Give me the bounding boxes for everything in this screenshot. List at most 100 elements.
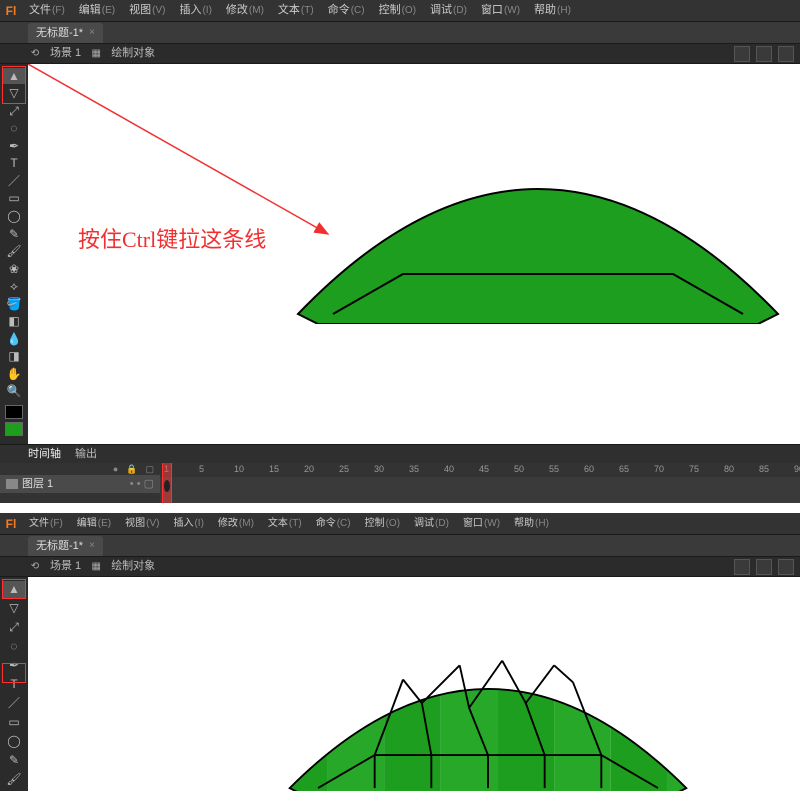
scene-back-icon[interactable]: ⟲ <box>28 47 42 61</box>
rectangle-tool[interactable]: ▭ <box>3 191 25 207</box>
pen-icon: ✒ <box>9 140 19 152</box>
oval-tool[interactable]: ◯ <box>3 732 25 749</box>
menu-debug[interactable]: 调试(D) <box>423 0 474 22</box>
document-tab[interactable]: 无标题-1* × <box>28 23 103 43</box>
frame-tick: 25 <box>339 465 349 474</box>
document-tab[interactable]: 无标题-1* × <box>28 536 103 556</box>
lasso-tool[interactable]: ◌ <box>3 638 25 655</box>
menu-window[interactable]: 窗口(W) <box>474 0 527 22</box>
menu-insert[interactable]: 插入(I) <box>172 0 218 22</box>
pencil-tool[interactable]: ✎ <box>3 226 25 242</box>
menu-help[interactable]: 帮助(H) <box>507 513 556 535</box>
subselection-tool[interactable]: ▽ <box>3 86 25 102</box>
deco-icon: ❀ <box>9 263 19 275</box>
deco-tool[interactable]: ❀ <box>3 261 25 277</box>
free-transform-tool[interactable]: ⤢ <box>3 619 25 636</box>
menu-control[interactable]: 控制(O) <box>358 513 407 535</box>
line-tool[interactable]: ／ <box>3 694 25 711</box>
selection-tool[interactable]: ▲ <box>3 68 25 84</box>
scene-label[interactable]: 场景 1 <box>50 561 81 572</box>
menu-control[interactable]: 控制(O) <box>372 0 423 22</box>
edit-scene-icon[interactable] <box>734 559 750 575</box>
pencil-tool[interactable]: ✎ <box>3 751 25 768</box>
scene-back-icon[interactable]: ⟲ <box>28 560 42 574</box>
output-tab[interactable]: 输出 <box>75 449 97 460</box>
lasso-tool[interactable]: ◌ <box>3 121 25 137</box>
stage-canvas[interactable] <box>28 577 800 791</box>
fill-color-swatch[interactable] <box>5 422 23 436</box>
zoom-icon: 🔍 <box>7 385 22 397</box>
zoom-tool[interactable]: 🔍 <box>3 384 25 400</box>
visibility-header-icon[interactable]: ● <box>113 465 118 474</box>
menubar: Fl 文件(F) 编辑(E) 视图(V) 插入(I) 修改(M) 文本(T) 命… <box>0 0 800 22</box>
menu-insert[interactable]: 插入(I) <box>166 513 210 535</box>
pen-tool[interactable]: ✒ <box>3 138 25 154</box>
pen-tool[interactable]: ✒ <box>3 657 25 674</box>
eyedropper-tool[interactable]: 💧 <box>3 331 25 347</box>
layer-name: 图层 1 <box>22 479 53 490</box>
turtle-shell-segmented[interactable] <box>258 637 718 791</box>
outline-header-icon[interactable]: ▢ <box>145 465 154 474</box>
free-transform-tool[interactable]: ⤢ <box>3 103 25 119</box>
symbol-edit-icon[interactable] <box>756 46 772 62</box>
oval-tool[interactable]: ◯ <box>3 208 25 224</box>
menu-file[interactable]: 文件(F) <box>22 0 72 22</box>
ink-bottle-icon: ◧ <box>8 315 19 327</box>
text-tool[interactable]: T <box>3 156 25 172</box>
frame-tick: 40 <box>444 465 454 474</box>
subselection-icon: ▽ <box>9 87 18 99</box>
menu-modify[interactable]: 修改(M) <box>211 513 261 535</box>
ink-bottle-tool[interactable]: ◧ <box>3 313 25 329</box>
frame-tick: 35 <box>409 465 419 474</box>
menu-help[interactable]: 帮助(H) <box>527 0 578 22</box>
menu-edit[interactable]: 编辑(E) <box>72 0 122 22</box>
free-transform-icon: ⤢ <box>9 105 19 117</box>
stroke-color-swatch[interactable] <box>5 405 23 419</box>
menu-text[interactable]: 文本(T) <box>271 0 321 22</box>
paint-bucket-tool[interactable]: 🪣 <box>3 296 25 312</box>
rectangle-tool[interactable]: ▭ <box>3 713 25 730</box>
hand-tool[interactable]: ✋ <box>3 366 25 382</box>
line-tool[interactable]: ／ <box>3 173 25 189</box>
lock-header-icon[interactable]: 🔒 <box>126 465 137 474</box>
eraser-tool[interactable]: ◨ <box>3 349 25 365</box>
timeline-frames[interactable]: 151015202530354045505560657075808590 <box>160 463 800 503</box>
rectangle-icon: ▭ <box>8 192 19 204</box>
document-tab-close-icon[interactable]: × <box>89 541 95 551</box>
turtle-shell-shape[interactable] <box>278 124 798 324</box>
menu-command[interactable]: 命令(C) <box>309 513 358 535</box>
subselection-icon: ▽ <box>9 602 18 614</box>
menu-debug[interactable]: 调试(D) <box>407 513 456 535</box>
symbol-edit-icon[interactable] <box>756 559 772 575</box>
zoom-level-icon[interactable] <box>778 46 794 62</box>
menu-view[interactable]: 视图(V) <box>118 513 166 535</box>
menu-edit[interactable]: 编辑(E) <box>70 513 118 535</box>
timeline-ruler[interactable]: 151015202530354045505560657075808590 <box>160 463 800 477</box>
text-tool[interactable]: T <box>3 676 25 693</box>
menu-modify[interactable]: 修改(M) <box>219 0 271 22</box>
keyframe[interactable] <box>164 480 170 492</box>
document-tab-close-icon[interactable]: × <box>89 28 95 38</box>
subselection-tool[interactable]: ▽ <box>3 600 25 617</box>
zoom-level-icon[interactable] <box>778 559 794 575</box>
timeline-tab[interactable]: 时间轴 <box>28 449 61 460</box>
menu-file[interactable]: 文件(F) <box>22 513 70 535</box>
frame-tick: 85 <box>759 465 769 474</box>
brush-tool[interactable]: 🖌 <box>3 770 25 787</box>
brush-tool[interactable]: 🖌 <box>3 243 25 259</box>
bone-tool[interactable]: ⟡ <box>3 278 25 294</box>
stage-canvas[interactable]: 按住Ctrl键拉这条线 <box>28 64 800 444</box>
document-tab-bar: 无标题-1* × <box>0 22 800 44</box>
menu-window[interactable]: 窗口(W) <box>456 513 507 535</box>
menu-text[interactable]: 文本(T) <box>261 513 309 535</box>
edit-scene-icon[interactable] <box>734 46 750 62</box>
menu-command[interactable]: 命令(C) <box>321 0 372 22</box>
menu-view[interactable]: 视图(V) <box>122 0 172 22</box>
scene-label[interactable]: 场景 1 <box>50 48 81 59</box>
edit-object-icon: ▦ <box>89 47 103 61</box>
selection-tool[interactable]: ▲ <box>3 581 25 598</box>
timeline-layer-row[interactable]: 图层 1 • • ▢ <box>0 475 160 493</box>
frame-tick: 5 <box>199 465 204 474</box>
frame-tick: 70 <box>654 465 664 474</box>
frame-tick: 15 <box>269 465 279 474</box>
